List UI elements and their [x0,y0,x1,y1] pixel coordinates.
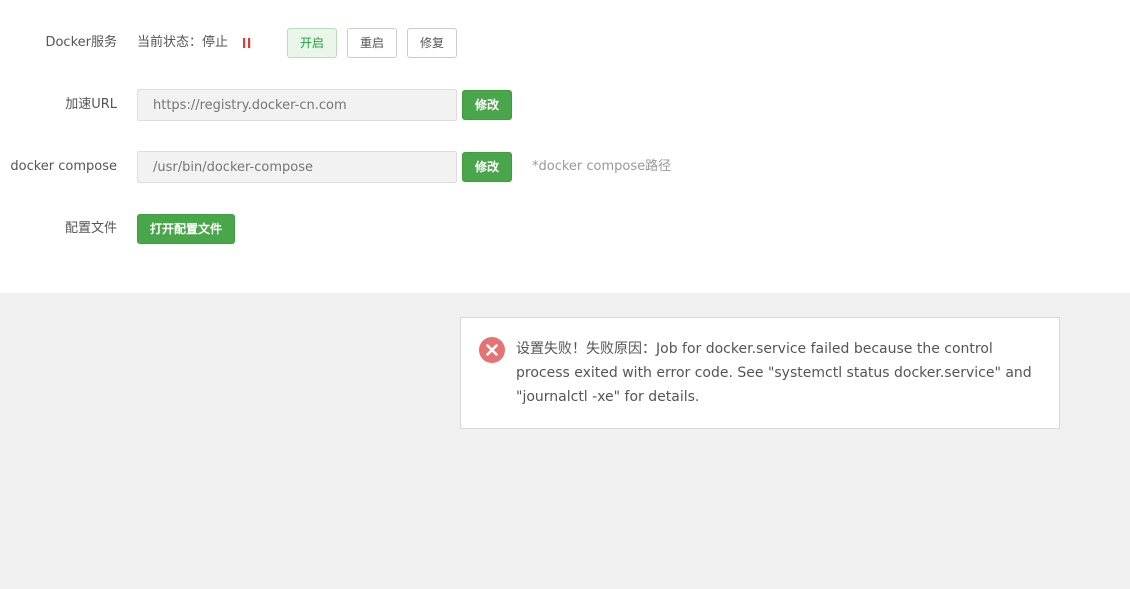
modify-url-button[interactable]: 修改 [462,90,512,120]
start-button[interactable]: 开启 [287,28,337,58]
accelerate-url-input[interactable] [137,89,457,121]
repair-button[interactable]: 修复 [407,28,457,58]
compose-path-hint: *docker compose路径 [532,159,672,174]
error-message: 设置失败！失败原因：Job for docker.service failed … [516,341,1032,405]
open-config-button[interactable]: 打开配置文件 [137,214,235,244]
error-icon [479,337,505,363]
docker-compose-row: docker compose 修改 *docker compose路径 [0,151,1130,183]
status-text: 当前状态：停止 [137,35,229,50]
config-file-row: 配置文件 打开配置文件 [0,213,1130,245]
error-toast: 设置失败！失败原因：Job for docker.service failed … [460,317,1060,429]
docker-service-row: Docker服务 当前状态：停止 开启 重启 修复 [0,27,1130,59]
docker-compose-label: docker compose [10,159,117,174]
docker-service-label: Docker服务 [45,35,117,50]
restart-button[interactable]: 重启 [347,28,397,58]
docker-compose-input[interactable] [137,151,457,183]
accelerate-url-label: 加速URL [65,97,117,112]
accelerate-url-row: 加速URL 修改 [0,89,1130,121]
modify-compose-button[interactable]: 修改 [462,152,512,182]
pause-icon [242,37,252,49]
config-file-label: 配置文件 [64,221,117,236]
docker-settings-panel: Docker服务 当前状态：停止 开启 重启 修复 加速URL 修改 docke… [0,0,1130,293]
